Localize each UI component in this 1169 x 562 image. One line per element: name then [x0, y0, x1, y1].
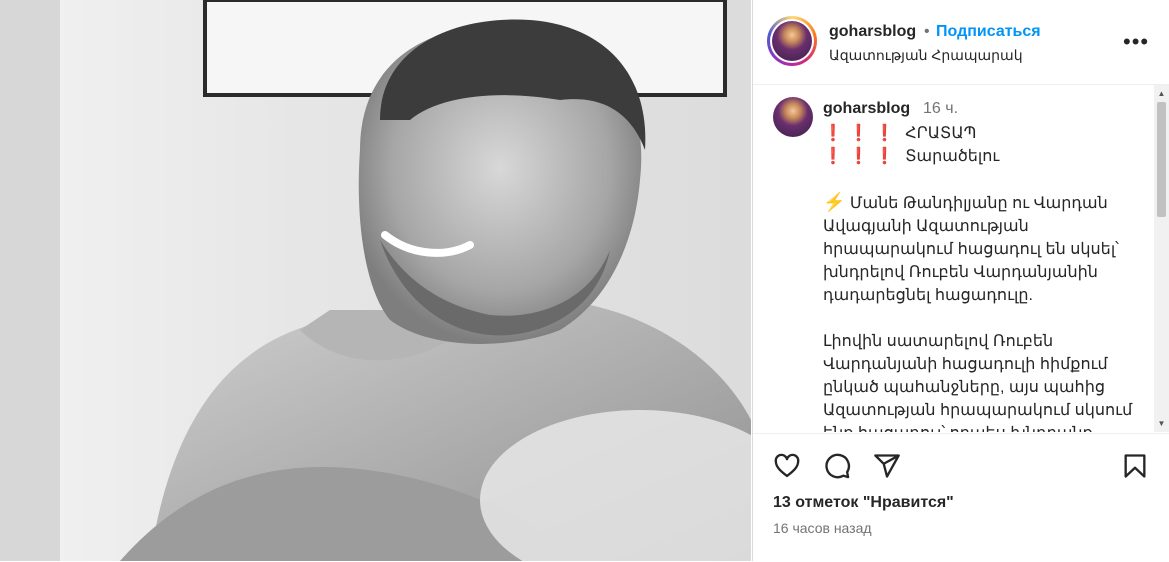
exclamation-icons: ❗❗❗: [823, 148, 901, 165]
likes-count[interactable]: 13 отметок "Нравится": [773, 494, 954, 512]
caption-line: ❗❗❗ Տարածելու: [823, 148, 1000, 165]
avatar-image: [772, 21, 812, 61]
post-photo-image: [0, 0, 751, 561]
follow-button[interactable]: Подписаться: [936, 23, 1041, 41]
caption-text: ❗❗❗ ՀՐԱՏԱՊ ❗❗❗ Տարածելու ⚡ Մանե Թանդիլյա…: [823, 122, 1143, 432]
lightning-icon: ⚡: [823, 192, 846, 212]
caption-avatar[interactable]: [773, 97, 813, 137]
author-username[interactable]: goharsblog: [829, 23, 916, 41]
post-side-panel: goharsblog • Подписаться Ազատության Հրապ…: [752, 0, 1169, 561]
share-icon[interactable]: [873, 452, 901, 480]
post-actions: 13 отметок "Нравится" 16 часов назад: [753, 433, 1169, 562]
caption-time: 16 ч.: [923, 100, 959, 117]
heart-icon[interactable]: [773, 452, 801, 480]
caption-line: ենք հացադուլ՝ որպես խնդրանք: [823, 422, 1143, 432]
caption-scrollbar[interactable]: ▲ ▼: [1154, 85, 1169, 432]
scrollbar-thumb[interactable]: [1157, 102, 1166, 217]
caption-line: Ազատության հրապարակում սկսում: [823, 402, 1133, 419]
caption-line: ⚡ Մանե Թանդիլյանը ու Վարդան: [823, 192, 1108, 212]
caption-line: Լիովին սատարելով Ռուբեն: [823, 333, 1054, 350]
caption-line: ❗❗❗ ՀՐԱՏԱՊ: [823, 125, 977, 142]
caption-line: Ավագյանի Ազատության: [823, 218, 1029, 235]
scroll-down-icon[interactable]: ▼: [1157, 419, 1166, 428]
caption-line: դադարեցնել հացադուլը.: [823, 287, 1033, 304]
post-timestamp[interactable]: 16 часов назад: [773, 520, 872, 536]
caption-line: խնդրելով Ռուբեն Վարդանյանին: [823, 264, 1098, 281]
post-photo[interactable]: [0, 0, 751, 561]
caption-section: goharsblog 16 ч. ❗❗❗ ՀՐԱՏԱՊ ❗❗❗ Տարածելո…: [753, 85, 1169, 432]
caption-line: ընկած պահանջները, այս պահից: [823, 379, 1105, 396]
scroll-up-icon[interactable]: ▲: [1157, 89, 1166, 98]
caption-line: հրապարակում հացադուլ են սկսել՝: [823, 241, 1119, 258]
post-header: goharsblog • Подписаться Ազատության Հրապ…: [753, 0, 1169, 85]
bookmark-icon[interactable]: [1121, 452, 1149, 480]
caption-line: Վարդանյանի հացադուլի հիմքում: [823, 356, 1108, 373]
author-avatar[interactable]: [767, 16, 817, 66]
more-horizontal-icon[interactable]: •••: [1123, 29, 1149, 55]
post-location[interactable]: Ազատության Հրապարակ: [829, 47, 1023, 64]
exclamation-icons: ❗❗❗: [823, 125, 901, 142]
comment-icon[interactable]: [823, 452, 851, 480]
caption-username[interactable]: goharsblog: [823, 100, 910, 118]
separator-dot: •: [924, 23, 930, 40]
